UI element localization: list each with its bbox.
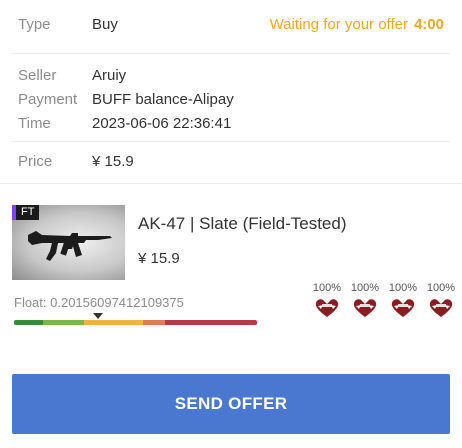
time-label: Time: [18, 115, 51, 132]
sticker-slot[interactable]: 100%: [384, 282, 422, 324]
sticker-wear: 100%: [350, 282, 380, 294]
wear-segment-fn: [14, 320, 44, 325]
sticker-slot[interactable]: 100%: [346, 282, 384, 324]
type-value: Buy: [92, 16, 118, 33]
sticker-slot[interactable]: 100%: [422, 282, 460, 324]
item-name[interactable]: AK-47 | Slate (Field-Tested): [138, 214, 347, 234]
sticker-wear: 100%: [312, 282, 342, 294]
type-row: Type Buy: [18, 16, 118, 33]
sticker-list: 100% 100% 100% 100%: [308, 282, 460, 324]
wear-segment-mw: [43, 320, 85, 325]
payment-value: BUFF balance-Alipay: [92, 91, 234, 108]
type-label: Type: [18, 16, 51, 33]
float-value: Float: 0.20156097412109375: [14, 295, 184, 310]
payment-label: Payment: [18, 91, 78, 108]
price-value: ¥ 15.9: [92, 153, 134, 170]
waiting-status: Waiting for your offer 4:00: [270, 16, 444, 33]
sticker-icon: [353, 299, 377, 317]
float-wear-bar: [14, 320, 257, 325]
price-row: Price ¥ 15.9: [18, 153, 134, 170]
time-value: 2023-06-06 22:36:41: [92, 115, 232, 132]
wear-segment-bs: [164, 320, 257, 325]
sticker-wear: 100%: [426, 282, 456, 294]
seller-label: Seller: [18, 67, 57, 84]
time-row: Time 2023-06-06 22:36:41: [18, 115, 231, 132]
float-marker: [92, 313, 103, 319]
sticker-icon: [429, 299, 453, 317]
divider: [12, 53, 450, 54]
sticker-slot[interactable]: 100%: [308, 282, 346, 324]
item-price: ¥ 15.9: [138, 250, 180, 267]
countdown-timer: 4:00: [413, 16, 444, 33]
sticker-icon: [391, 299, 415, 317]
waiting-text: Waiting for your offer: [269, 16, 408, 33]
price-label: Price: [18, 153, 53, 170]
send-offer-button[interactable]: SEND OFFER: [12, 374, 450, 434]
sticker-wear: 100%: [388, 282, 418, 294]
item-image[interactable]: FT: [12, 205, 125, 280]
divider: [12, 141, 450, 142]
wear-segment-ft: [84, 320, 143, 325]
seller-row: Seller Aruiy: [18, 67, 126, 84]
sticker-icon: [315, 299, 339, 317]
rifle-icon: [28, 231, 112, 261]
section-divider: [0, 183, 462, 184]
payment-row: Payment BUFF balance-Alipay: [18, 91, 234, 108]
seller-value: Aruiy: [92, 67, 127, 84]
wear-segment-ww: [142, 320, 165, 325]
